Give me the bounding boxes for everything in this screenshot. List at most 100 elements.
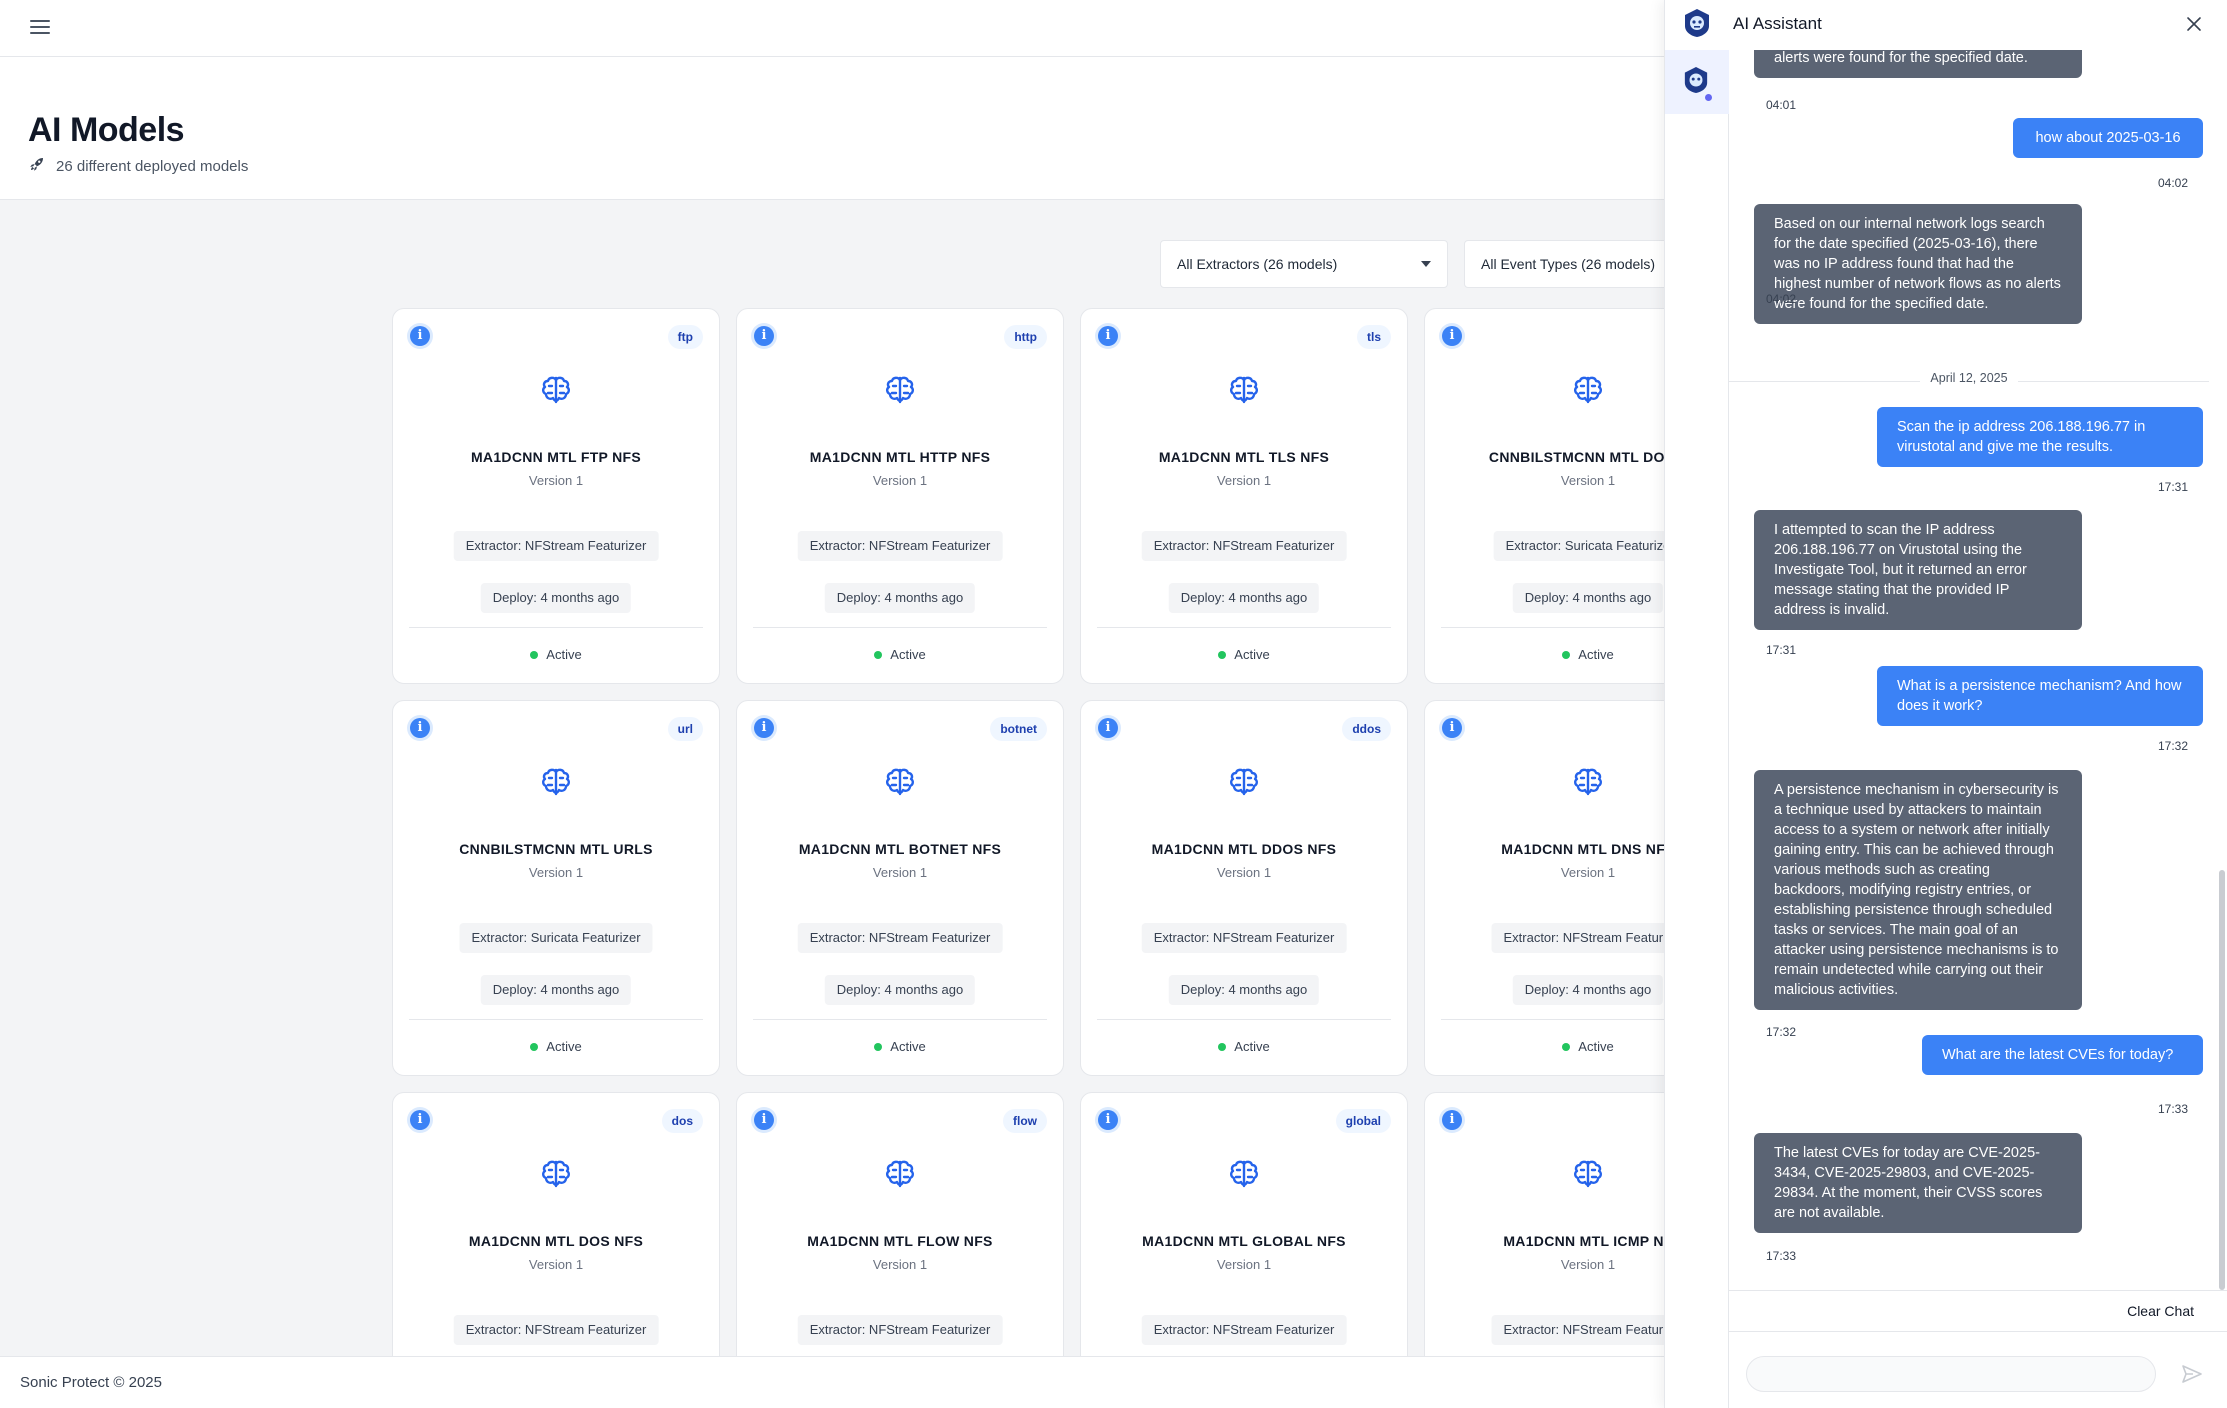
brain-icon [883,1157,917,1191]
assistant-message: Based on our internal network logs searc… [1754,204,2082,324]
extractor-pill: Extractor: NFStream Featurizer [453,531,659,561]
status-indicator: Active [737,647,1063,662]
model-version: Version 1 [528,473,584,488]
chat-messages[interactable]: April 12, 2025 alerts were found for the… [1729,50,2227,1290]
model-version: Version 1 [1560,865,1616,880]
info-icon[interactable]: i [410,1110,430,1130]
card-divider [1441,627,1664,628]
info-icon[interactable]: i [410,718,430,738]
info-icon[interactable]: i [754,718,774,738]
extractor-pill: Extractor: NFStream Featurizer [797,1315,1003,1345]
model-version: Version 1 [872,1257,928,1272]
model-version: Version 1 [872,865,928,880]
model-card[interactable]: i flow MA1DCNN MTL FLOW NFS Version 1 Extrac… [736,1092,1064,1356]
model-card[interactable]: i http MA1DCNN MTL HTTP NFS Version 1 Extrac… [736,308,1064,684]
model-card[interactable]: i ddos MA1DCNN MTL DDOS NFS Version 1 Extrac… [1080,700,1408,1076]
model-card[interactable]: i MA1DCNN MTL ICMP NF Version 1 Extractor: … [1424,1092,1664,1356]
info-icon[interactable]: i [410,326,430,346]
date-separator-text: April 12, 2025 [1920,371,2018,385]
status-dot [874,651,883,659]
model-name: MA1DCNN MTL DDOS NFS [1151,841,1337,857]
card-divider [1097,627,1391,628]
rocket-icon [28,155,46,177]
assistant-header: AI Assistant [1665,0,2227,50]
info-icon[interactable]: i [1098,1110,1118,1130]
model-card[interactable]: i tls MA1DCNN MTL TLS NFS Version 1 Extracto… [1080,308,1408,684]
info-icon[interactable]: i [1098,718,1118,738]
model-card[interactable]: i global MA1DCNN MTL GLOBAL NFS Version 1 Ex… [1080,1092,1408,1356]
message-timestamp: 17:31 [2157,480,2188,494]
deploy-pill: Deploy: 4 months ago [480,975,632,1005]
deploy-pill: Deploy: 4 months ago [1512,975,1664,1005]
model-name: MA1DCNN MTL FLOW NFS [807,1233,993,1249]
brain-icon [1571,1157,1605,1191]
card-divider [1441,1019,1664,1020]
status-dot [874,1043,883,1051]
chat-scrollbar[interactable] [2219,870,2225,1290]
model-version: Version 1 [872,473,928,488]
model-card[interactable]: i dos MA1DCNN MTL DOS NFS Version 1 Extracto… [392,1092,720,1356]
status-indicator: Active [393,647,719,662]
event-type-tag: global [1335,1109,1391,1133]
assistant-message: alerts were found for the specified date… [1754,50,2082,78]
model-grid: i ftp MA1DCNN MTL FTP NFS Version 1 Extracto… [392,308,1664,1356]
clear-chat-button[interactable]: Clear Chat [2127,1303,2194,1319]
brain-icon [883,373,917,407]
send-icon[interactable] [2180,1362,2204,1386]
message-timestamp: 17:32 [1766,1025,1797,1039]
deploy-pill: Deploy: 4 months ago [824,583,976,613]
extractor-filter-select[interactable]: All Extractors (26 models) [1160,240,1448,288]
model-name: MA1DCNN MTL FTP NFS [470,449,642,465]
info-icon[interactable]: i [754,326,774,346]
card-divider [753,627,1047,628]
extractor-pill: Extractor: NFStream Featurizer [453,1315,659,1345]
brain-icon [539,765,573,799]
model-version: Version 1 [1560,1257,1616,1272]
extractor-pill: Extractor: NFStream Featurizer [1141,1315,1347,1345]
status-indicator: Active [1081,647,1407,662]
close-icon[interactable] [2184,14,2204,34]
status-dot [530,1043,539,1051]
event-type-tag: flow [1003,1109,1047,1133]
model-card[interactable]: i ftp MA1DCNN MTL FTP NFS Version 1 Extracto… [392,308,720,684]
menu-icon[interactable] [28,16,52,40]
model-name: MA1DCNN MTL GLOBAL NFS [1142,1233,1346,1249]
model-card[interactable]: i CNNBILSTMCNN MTL DOMA Version 1 Extractor… [1424,308,1664,684]
model-card[interactable]: i MA1DCNN MTL DNS NFS Version 1 Extractor: … [1424,700,1664,1076]
info-icon[interactable]: i [1442,326,1462,346]
status-text: Active [1578,1039,1614,1054]
robot-logo-icon [1683,8,1711,38]
event-type-tag: dos [661,1109,703,1133]
page-title: AI Models [28,111,185,149]
event-type-filter-select[interactable]: All Event Types (26 models) [1464,240,1664,288]
brain-icon [1227,373,1261,407]
status-indicator: Active [1425,1039,1664,1054]
model-card[interactable]: i botnet MA1DCNN MTL BOTNET NFS Version 1 Ex… [736,700,1064,1076]
model-card[interactable]: i url CNNBILSTMCNN MTL URLS Version 1 Extrac… [392,700,720,1076]
top-bar [0,0,1664,57]
info-icon[interactable]: i [754,1110,774,1130]
brain-icon [539,373,573,407]
brain-icon [1227,1157,1261,1191]
assistant-title: AI Assistant [1733,14,1822,33]
event-type-tag: http [1004,325,1047,349]
message-timestamp: 17:33 [2157,1102,2188,1116]
info-icon[interactable]: i [1442,718,1462,738]
status-text: Active [1234,1039,1270,1054]
extractor-pill: Extractor: NFStream Featuriz [1491,1315,1664,1345]
extractor-pill: Extractor: NFStream Featuriz [1491,923,1664,953]
subtitle-text: 26 different deployed models [56,157,249,175]
model-name: MA1DCNN MTL ICMP NF [1503,1233,1664,1249]
info-icon[interactable]: i [1442,1110,1462,1130]
chevron-down-icon [1421,261,1431,267]
assistant-sidebar [1665,50,1729,1408]
assistant-chat-tab[interactable] [1665,50,1729,114]
chat-input[interactable] [1746,1356,2156,1392]
brain-icon [1227,765,1261,799]
model-version: Version 1 [1216,473,1272,488]
model-name: MA1DCNN MTL DOS NFS [468,1233,644,1249]
info-icon[interactable]: i [1098,326,1118,346]
deploy-pill: Deploy: 4 months ago [1512,583,1664,613]
page-header: AI Models 26 different deployed models [0,57,1664,200]
model-version: Version 1 [1560,473,1616,488]
